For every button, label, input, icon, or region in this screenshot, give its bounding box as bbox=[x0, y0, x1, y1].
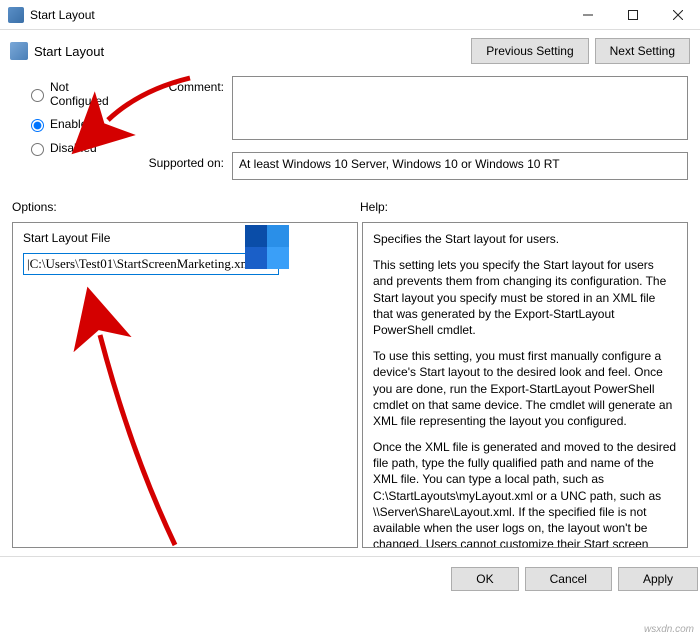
radio-disabled-input[interactable] bbox=[31, 143, 44, 156]
supported-value: At least Windows 10 Server, Windows 10 o… bbox=[232, 152, 688, 180]
comment-label: Comment: bbox=[140, 76, 232, 140]
help-panel[interactable]: Specifies the Start layout for users. Th… bbox=[362, 222, 688, 548]
help-text: To use this setting, you must first manu… bbox=[373, 348, 677, 429]
windows-logo-icon bbox=[245, 225, 289, 269]
radio-enabled-label: Enabled bbox=[50, 117, 94, 131]
radio-not-configured[interactable]: Not Configured bbox=[12, 76, 140, 112]
options-panel: Start Layout File bbox=[12, 222, 358, 548]
start-layout-file-input[interactable] bbox=[23, 253, 279, 275]
help-text: Specifies the Start layout for users. bbox=[373, 231, 677, 247]
panels: Start Layout File Specifies the Start la… bbox=[0, 218, 700, 556]
radio-not-configured-label: Not Configured bbox=[50, 80, 126, 108]
watermark: wsxdn.com bbox=[644, 624, 694, 635]
comment-input[interactable] bbox=[232, 76, 688, 140]
supported-label: Supported on: bbox=[140, 152, 232, 180]
previous-setting-button[interactable]: Previous Setting bbox=[471, 38, 588, 64]
config-area: Not Configured Enabled Disabled Comment:… bbox=[0, 76, 700, 192]
comment-row: Comment: bbox=[140, 76, 688, 140]
section-labels: Options: Help: bbox=[0, 192, 700, 218]
config-fields: Comment: Supported on: At least Windows … bbox=[140, 76, 688, 192]
maximize-button[interactable] bbox=[610, 0, 655, 29]
header-row: Start Layout Previous Setting Next Setti… bbox=[0, 30, 700, 76]
radio-enabled-input[interactable] bbox=[31, 119, 44, 132]
radio-enabled[interactable]: Enabled bbox=[12, 112, 140, 136]
dialog-buttons: OK Cancel Apply bbox=[0, 556, 700, 601]
start-layout-file-label: Start Layout File bbox=[23, 231, 347, 245]
window-title: Start Layout bbox=[30, 8, 565, 22]
app-icon bbox=[8, 7, 24, 23]
radio-not-configured-input[interactable] bbox=[31, 89, 44, 102]
close-button[interactable] bbox=[655, 0, 700, 29]
policy-title: Start Layout bbox=[34, 44, 465, 59]
next-setting-button[interactable]: Next Setting bbox=[595, 38, 690, 64]
apply-button[interactable]: Apply bbox=[618, 567, 698, 591]
policy-icon bbox=[10, 42, 28, 60]
window-controls bbox=[565, 0, 700, 29]
help-text: This setting lets you specify the Start … bbox=[373, 257, 677, 338]
cancel-button[interactable]: Cancel bbox=[525, 567, 612, 591]
minimize-button[interactable] bbox=[565, 0, 610, 29]
radio-group: Not Configured Enabled Disabled bbox=[12, 76, 140, 192]
help-label: Help: bbox=[360, 200, 388, 214]
supported-row: Supported on: At least Windows 10 Server… bbox=[140, 152, 688, 180]
titlebar: Start Layout bbox=[0, 0, 700, 30]
options-label: Options: bbox=[12, 200, 360, 214]
radio-disabled[interactable]: Disabled bbox=[12, 136, 140, 160]
ok-button[interactable]: OK bbox=[451, 567, 518, 591]
radio-disabled-label: Disabled bbox=[50, 141, 97, 155]
help-text: Once the XML file is generated and moved… bbox=[373, 439, 677, 548]
